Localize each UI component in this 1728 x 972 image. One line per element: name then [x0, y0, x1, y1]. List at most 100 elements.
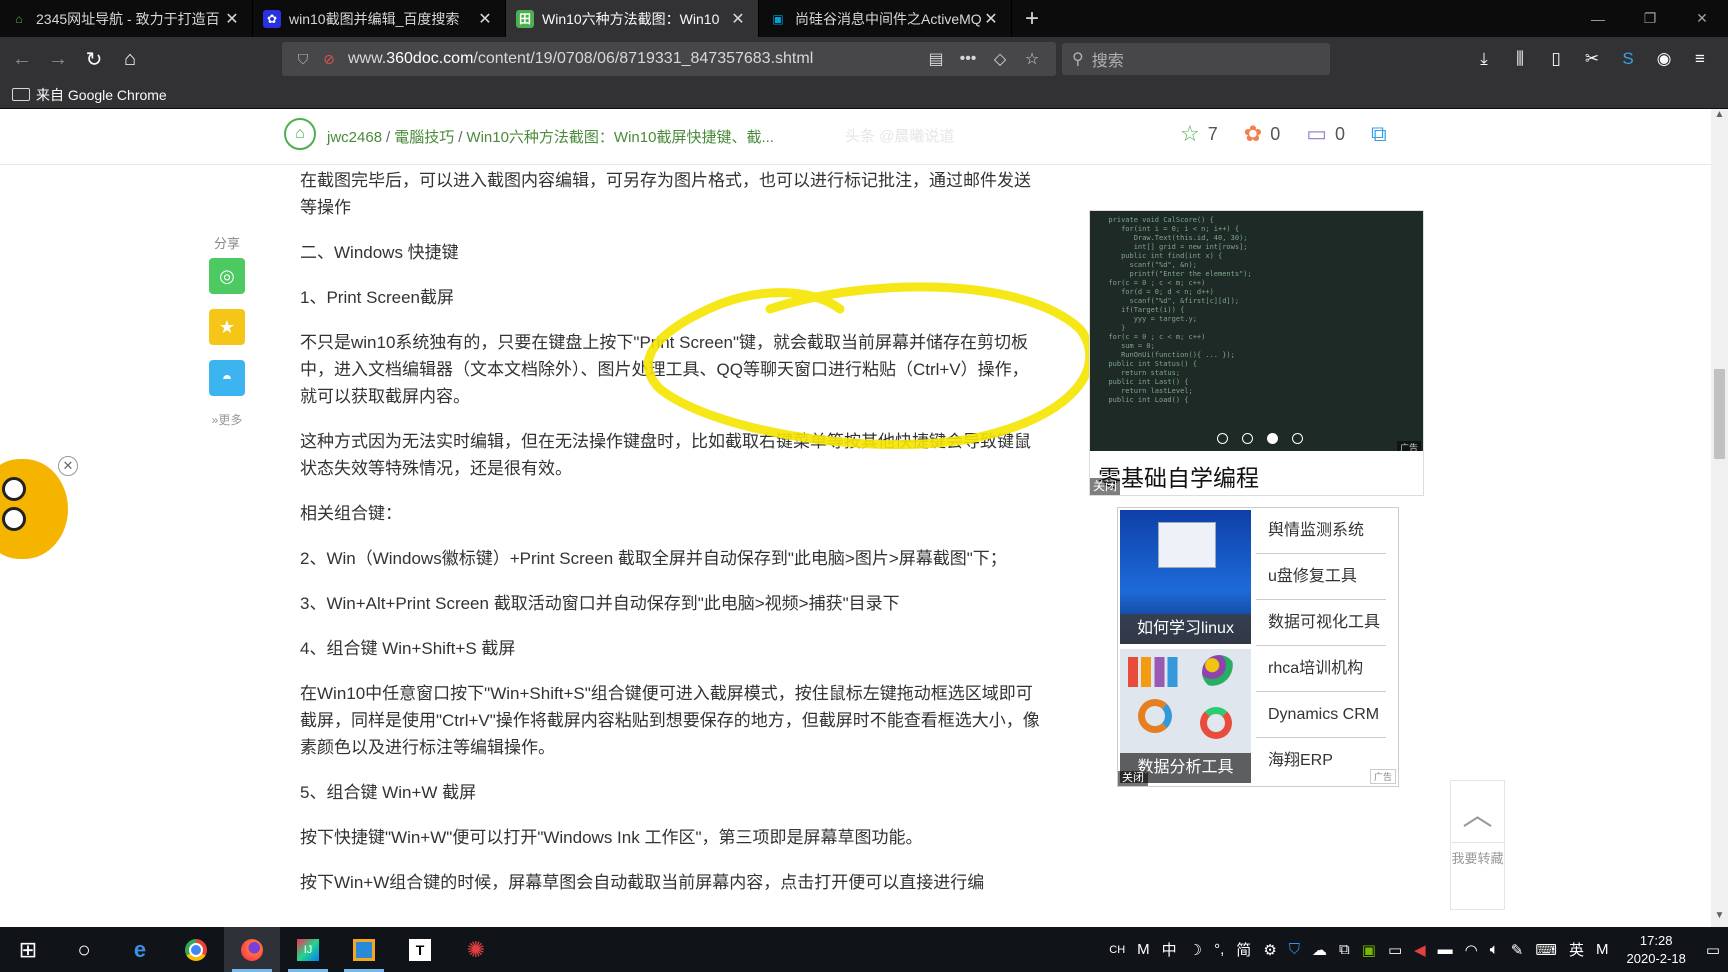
intellij-icon[interactable]: IJ	[280, 927, 336, 972]
app-tray-icon[interactable]: ◀	[1408, 941, 1432, 959]
clock[interactable]: 17:28 2020-2-18	[1615, 932, 1698, 968]
favorites-stat[interactable]: ☆ 7	[1180, 121, 1218, 147]
volume-icon[interactable]: 🔈︎	[1484, 941, 1505, 958]
battery-icon[interactable]: ▬	[1432, 941, 1459, 958]
screenshot-icon[interactable]: ✂	[1574, 49, 1610, 69]
close-tab-icon[interactable]: ✕	[475, 9, 495, 29]
ime-english[interactable]: 英	[1563, 939, 1590, 960]
restore-button[interactable]: ❐	[1624, 0, 1676, 37]
typora-icon[interactable]: T	[392, 927, 448, 972]
tab-baidu[interactable]: ✿ win10截图并编辑_百度搜索 ✕	[253, 0, 506, 37]
scroll-up-arrow-icon[interactable]: ▲	[1711, 109, 1728, 126]
qq-share-button[interactable]: ◓	[209, 360, 245, 396]
ad-link[interactable]: 数据可视化工具	[1256, 600, 1386, 646]
edge-icon[interactable]: e	[112, 927, 168, 972]
library-icon[interactable]: ⫼	[1502, 49, 1538, 69]
breadcrumb-title[interactable]: Win10六种方法截图：Win10截屏快捷键、截...	[466, 129, 774, 146]
tab-bilibili[interactable]: ▣ 尚硅谷消息中间件之ActiveMQ ✕	[759, 0, 1012, 37]
nvidia-icon[interactable]: ▣	[1356, 941, 1382, 959]
chrome-icon[interactable]	[168, 927, 224, 972]
ad-tag[interactable]: 广告	[1369, 769, 1396, 784]
new-tab-plus-icon[interactable]: +	[1012, 0, 1052, 37]
scrollbar-thumb[interactable]	[1714, 369, 1725, 459]
pen-icon[interactable]: ✎	[1505, 941, 1530, 959]
chevron-up-icon[interactable]: ︿	[1451, 781, 1504, 843]
ime-m-icon[interactable]: M	[1590, 941, 1615, 958]
app-red-icon[interactable]: ✺	[448, 927, 504, 972]
firefox-icon[interactable]	[224, 927, 280, 972]
close-tab-icon[interactable]: ✕	[222, 9, 242, 29]
search-input[interactable]: ⚲ 搜索	[1062, 43, 1330, 75]
insecure-lock-icon[interactable]: ⊘	[316, 51, 342, 68]
ime-mode-icon[interactable]: M	[1131, 941, 1156, 958]
security-shield-icon[interactable]: ⛉	[1283, 941, 1306, 958]
share-out-stat[interactable]: ⧉	[1371, 121, 1395, 147]
save-to-collection-link[interactable]: 我要转藏	[1451, 843, 1504, 867]
bookmark-folder-chrome[interactable]: 来自 Google Chrome	[36, 85, 167, 105]
ad-image[interactable]: private void CalScore() { for(int i = 0;…	[1090, 211, 1423, 451]
url-bar[interactable]: ⛉ ⊘ www.360doc.com/content/19/0708/06/87…	[282, 42, 1056, 76]
mascot-owl[interactable]	[0, 459, 68, 559]
ad-banner-coding[interactable]: private void CalScore() { for(int i = 0;…	[1089, 210, 1424, 496]
menu-icon[interactable]: ≡	[1682, 49, 1718, 69]
ad-tag[interactable]: 广告	[1396, 441, 1421, 451]
back-to-top-widget[interactable]: ︿ 我要转藏	[1450, 780, 1505, 910]
carousel-dot[interactable]	[1292, 433, 1303, 444]
wechat-share-button[interactable]: ◎	[209, 258, 245, 294]
ime-simplified[interactable]: 简	[1230, 939, 1257, 960]
minimize-button[interactable]: —	[1572, 0, 1624, 37]
url-text[interactable]: www.360doc.com/content/19/0708/06/871933…	[348, 50, 920, 68]
carousel-dot-active[interactable]	[1267, 433, 1278, 444]
shield-icon[interactable]: ⛉	[290, 51, 316, 68]
ad-caption[interactable]: 零基础自学编程	[1098, 459, 1259, 493]
carousel-dot[interactable]	[1242, 433, 1253, 444]
bookmark-star-icon[interactable]: ☆	[1016, 49, 1048, 69]
ad-link[interactable]: rhca培训机构	[1256, 646, 1386, 692]
ad-close-button[interactable]: 关闭	[1090, 478, 1120, 495]
ime-chinese[interactable]: 中	[1156, 939, 1183, 960]
network-app-icon[interactable]: ☁	[1306, 941, 1333, 959]
tab-360doc[interactable]: 田 Win10六种方法截图：Win10 ✕	[506, 0, 759, 37]
display-icon[interactable]: ▭	[1382, 941, 1408, 959]
remote-desktop-icon[interactable]	[336, 927, 392, 972]
sidebar-icon[interactable]: ▯	[1538, 49, 1574, 69]
ad-close-button[interactable]: 关闭	[1118, 771, 1148, 786]
moon-icon[interactable]: ☽	[1183, 941, 1208, 959]
ad-link[interactable]: 海翔ERP	[1256, 738, 1386, 784]
favorite-share-button[interactable]: ★	[209, 309, 245, 345]
breadcrumb-category[interactable]: 電腦技巧	[394, 129, 454, 146]
flowers-stat[interactable]: ✿ 0	[1244, 121, 1280, 147]
home-icon[interactable]: ⌂	[112, 41, 148, 77]
site-home-icon[interactable]: ⌂	[284, 118, 316, 150]
mascot-close-icon[interactable]: ✕	[58, 456, 78, 476]
tray-language[interactable]: CH	[1103, 944, 1131, 956]
carousel-dot[interactable]	[1217, 433, 1228, 444]
close-window-button[interactable]: ✕	[1676, 0, 1728, 37]
copy-icon[interactable]: ⧉	[1333, 941, 1356, 958]
forward-arrow-icon[interactable]: →	[40, 41, 76, 77]
pocket-icon[interactable]: ◇	[984, 49, 1016, 69]
page-actions-icon[interactable]: •••	[952, 50, 984, 68]
search-circle-icon[interactable]: ○	[56, 927, 112, 972]
extension-icon[interactable]: S	[1610, 49, 1646, 69]
back-arrow-icon[interactable]: ←	[4, 41, 40, 77]
scroll-down-arrow-icon[interactable]: ▼	[1711, 910, 1728, 927]
ime-settings-gear-icon[interactable]: ⚙	[1257, 941, 1282, 959]
close-tab-icon[interactable]: ✕	[728, 9, 748, 29]
ad-thumb-data-analysis[interactable]: 数据分析工具	[1120, 649, 1251, 783]
punctuation-icon[interactable]: °,	[1208, 941, 1230, 958]
ad-link[interactable]: u盘修复工具	[1256, 554, 1386, 600]
account-icon[interactable]: ◉	[1646, 49, 1682, 69]
ad-link[interactable]: 舆情监测系统	[1256, 508, 1386, 554]
start-windows-icon[interactable]: ⊞	[0, 927, 56, 972]
comments-stat[interactable]: ▭ 0	[1306, 121, 1345, 147]
wifi-icon[interactable]: ◠	[1459, 941, 1484, 959]
download-icon[interactable]: ⤓	[1466, 49, 1502, 69]
ad-thumb-linux[interactable]: 如何学习linux	[1120, 510, 1251, 644]
breadcrumb-user[interactable]: jwc2468	[327, 129, 382, 146]
share-more-link[interactable]: »更多	[212, 411, 243, 428]
reader-view-icon[interactable]: ▤	[920, 49, 952, 69]
ad-link[interactable]: Dynamics CRM	[1256, 692, 1386, 738]
reload-icon[interactable]: ↻	[76, 41, 112, 77]
vertical-scrollbar[interactable]: ▲ ▼	[1711, 109, 1728, 927]
